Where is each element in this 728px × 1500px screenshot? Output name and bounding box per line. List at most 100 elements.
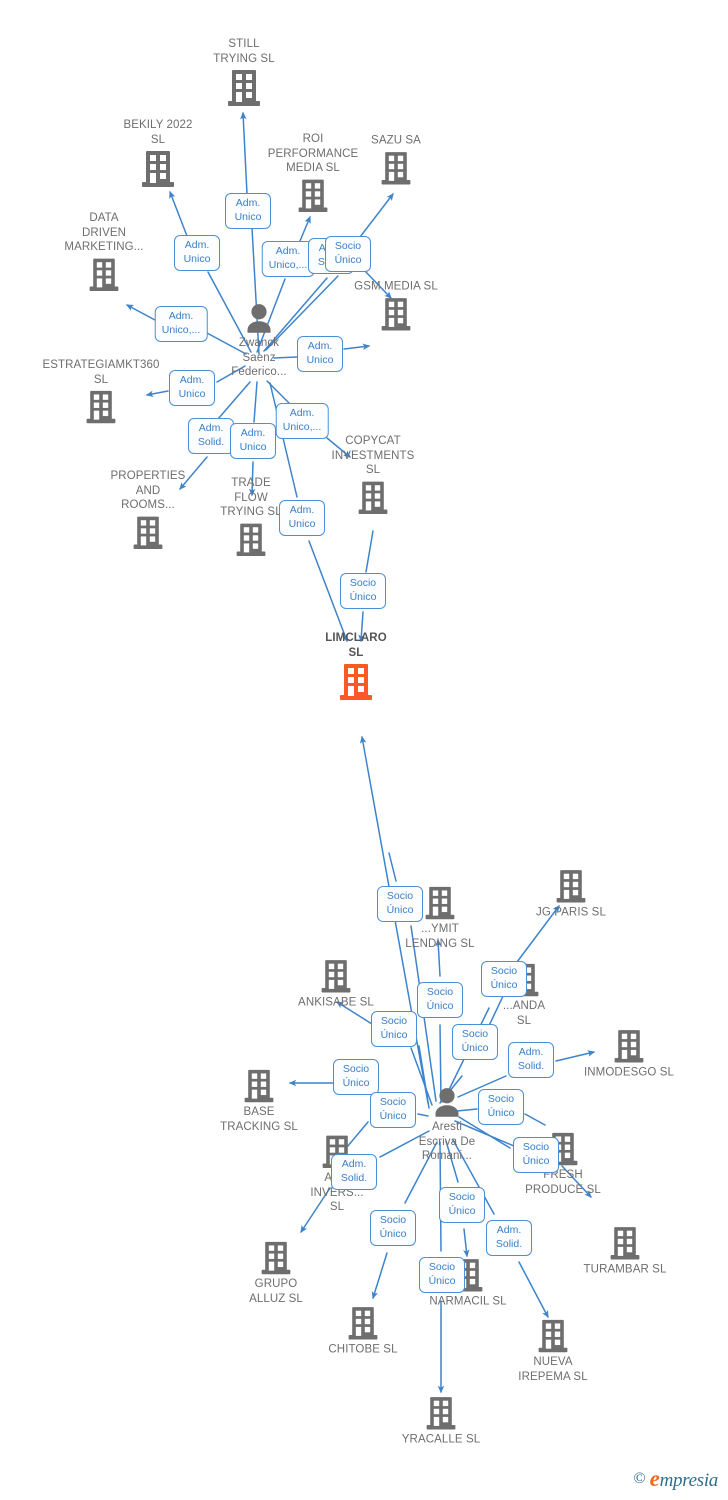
node-label: BASE TRACKING SL bbox=[220, 1106, 298, 1133]
node-chitobe[interactable]: CHITOBE SL bbox=[303, 1303, 423, 1357]
node-label: ANKISABE SL bbox=[298, 996, 374, 1009]
node-label: SAZU SA bbox=[371, 134, 421, 147]
node-label: COPYCAT INVESTMENTS SL bbox=[331, 434, 415, 476]
node-label: ...YMIT LENDING SL bbox=[405, 923, 475, 950]
relationship-chip-adm-solid[interactable]: Adm. Solid. bbox=[508, 1042, 554, 1078]
relationship-chip-adm-unico[interactable]: Adm. Unico bbox=[297, 336, 343, 372]
node-grupo-alluz[interactable]: GRUPO ALLUZ SL bbox=[216, 1238, 336, 1306]
relationship-chip-adm-unico-multi[interactable]: Adm. Unico,... bbox=[261, 241, 315, 277]
building-icon bbox=[295, 177, 331, 214]
building-icon bbox=[553, 868, 589, 905]
node-copycat-investments[interactable]: COPYCAT INVESTMENTS SL bbox=[313, 434, 433, 517]
node-nueva-irepema[interactable]: NUEVA IREPEMA SL bbox=[493, 1316, 613, 1384]
node-label: ...ANDA SL bbox=[502, 1000, 546, 1027]
node-limclaro-central[interactable]: LIMCLARO SL bbox=[296, 631, 416, 703]
person-icon bbox=[430, 1085, 464, 1119]
brand-rest: mpresia bbox=[659, 1470, 719, 1491]
node-gsm-media[interactable]: GSM MEDIA SL bbox=[336, 279, 456, 333]
building-icon bbox=[607, 1225, 643, 1262]
node-label: ESTRATEGIAMKT360 SL bbox=[42, 359, 160, 386]
copyright-icon: © bbox=[633, 1470, 646, 1487]
node-label: Zwanck Saenz Federico... bbox=[231, 336, 287, 378]
node-label: GSM MEDIA SL bbox=[354, 280, 438, 293]
building-icon bbox=[86, 256, 122, 293]
node-label: GRUPO ALLUZ SL bbox=[249, 1278, 303, 1305]
building-icon bbox=[423, 1395, 459, 1432]
building-icon bbox=[318, 958, 354, 995]
building-icon bbox=[130, 514, 166, 551]
network-graph-canvas[interactable]: STILL TRYING SL BEKILY 2022 SL ROI PERFO… bbox=[0, 0, 728, 1500]
node-bekily-2022[interactable]: BEKILY 2022 SL bbox=[98, 118, 218, 190]
node-label: NARMACIL SL bbox=[429, 1295, 507, 1308]
edge-aresti-freshprodA-b bbox=[524, 1113, 546, 1126]
relationship-chip-socio-unico[interactable]: Socio Único bbox=[340, 573, 386, 609]
building-icon bbox=[378, 150, 414, 187]
person-icon bbox=[242, 301, 276, 335]
node-ankisabe[interactable]: ANKISABE SL bbox=[276, 956, 396, 1010]
relationship-chip-socio-unico[interactable]: Socio Único bbox=[370, 1210, 416, 1246]
relationship-chip-socio-unico[interactable]: Socio Único bbox=[333, 1059, 379, 1095]
page-title: LIMCLARO SL bbox=[325, 632, 387, 659]
building-icon bbox=[336, 662, 376, 703]
node-label: DATA DRIVEN MARKETING... bbox=[64, 211, 144, 253]
building-icon bbox=[83, 389, 119, 426]
node-label: BEKILY 2022 SL bbox=[123, 119, 193, 146]
edge-zwanck-properties-a bbox=[217, 381, 251, 420]
relationship-chip-adm-unico[interactable]: Adm. Unico bbox=[279, 500, 325, 536]
edge-aresti-chitobe-b bbox=[371, 1252, 388, 1300]
relationship-chip-socio-unico[interactable]: Socio Único bbox=[417, 982, 463, 1018]
edge-zwanck-roi-b bbox=[299, 215, 311, 242]
relationship-chip-adm-unico[interactable]: Adm. Unico bbox=[230, 423, 276, 459]
edge-copycat-limclaro-a bbox=[365, 530, 374, 573]
brand-name: empresia bbox=[650, 1466, 719, 1492]
relationship-chip-adm-unico-multi[interactable]: Adm. Unico,... bbox=[275, 403, 329, 439]
relationship-chip-socio-unico[interactable]: Socio Único bbox=[377, 886, 423, 922]
node-sazu-sa[interactable]: SAZU SA bbox=[336, 133, 456, 187]
relationship-chip-socio-unico[interactable]: Socio Único bbox=[478, 1089, 524, 1125]
building-icon bbox=[422, 885, 458, 922]
building-icon bbox=[224, 68, 264, 109]
building-icon bbox=[233, 521, 269, 558]
node-data-driven-marketing[interactable]: DATA DRIVEN MARKETING... bbox=[44, 211, 164, 294]
relationship-chip-socio-unico[interactable]: Socio Único bbox=[371, 1011, 417, 1047]
relationship-chip-socio-unico[interactable]: Socio Único bbox=[513, 1137, 559, 1173]
building-icon bbox=[138, 149, 178, 190]
node-label: CHITOBE SL bbox=[328, 1343, 398, 1356]
node-turambar[interactable]: TURAMBAR SL bbox=[565, 1223, 685, 1277]
relationship-chip-adm-solid[interactable]: Adm. Solid. bbox=[486, 1220, 532, 1256]
node-label: TRADE FLOW TRYING SL bbox=[220, 476, 282, 518]
node-label: YRACALLE SL bbox=[401, 1433, 481, 1446]
relationship-chip-socio-unico[interactable]: Socio Único bbox=[325, 236, 371, 272]
relationship-chip-adm-unico[interactable]: Adm. Unico bbox=[174, 235, 220, 271]
node-yracalle[interactable]: YRACALLE SL bbox=[381, 1393, 501, 1447]
node-inmodesgo[interactable]: INMODESGO SL bbox=[569, 1026, 689, 1080]
node-label: STILL TRYING SL bbox=[213, 38, 275, 65]
relationship-chip-adm-unico[interactable]: Adm. Unico bbox=[169, 370, 215, 406]
relationship-chip-socio-unico[interactable]: Socio Único bbox=[370, 1092, 416, 1128]
node-label: Aresti Escriva De Romani... bbox=[418, 1120, 476, 1162]
node-still-trying[interactable]: STILL TRYING SL bbox=[184, 37, 304, 109]
node-estrategiamkt360[interactable]: ESTRATEGIAMKT360 SL bbox=[21, 358, 181, 426]
relationship-chip-adm-solid[interactable]: Adm. Solid. bbox=[331, 1154, 377, 1190]
building-icon bbox=[611, 1028, 647, 1065]
edge-aresti-narmacil-b bbox=[463, 1228, 470, 1258]
building-icon bbox=[355, 479, 391, 516]
relationship-chip-socio-unico[interactable]: Socio Único bbox=[419, 1257, 465, 1293]
node-properties-and-rooms[interactable]: PROPERTIES AND ROOMS... bbox=[88, 469, 208, 552]
relationship-chip-adm-unico-multi[interactable]: Adm. Unico,... bbox=[154, 306, 208, 342]
relationship-chip-socio-unico[interactable]: Socio Único bbox=[481, 961, 527, 997]
node-base-tracking[interactable]: BASE TRACKING SL bbox=[199, 1066, 319, 1134]
relationship-chip-socio-unico[interactable]: Socio Único bbox=[439, 1187, 485, 1223]
building-icon bbox=[535, 1318, 571, 1355]
edge-zwanck-bekily-b bbox=[169, 190, 188, 237]
relationship-chip-adm-unico[interactable]: Adm. Unico bbox=[225, 193, 271, 229]
building-icon bbox=[378, 296, 414, 333]
relationship-chip-adm-solid[interactable]: Adm. Solid. bbox=[188, 418, 234, 454]
node-label: INMODESGO SL bbox=[583, 1066, 675, 1079]
relationship-chip-socio-unico[interactable]: Socio Único bbox=[452, 1024, 498, 1060]
edge-zwanck-tradeflow-a bbox=[253, 381, 258, 423]
building-icon bbox=[345, 1305, 381, 1342]
node-jg-paris[interactable]: JG PARIS SL bbox=[511, 866, 631, 920]
node-label: NUEVA IREPEMA SL bbox=[518, 1356, 588, 1383]
node-label: PROPERTIES AND ROOMS... bbox=[110, 469, 186, 511]
